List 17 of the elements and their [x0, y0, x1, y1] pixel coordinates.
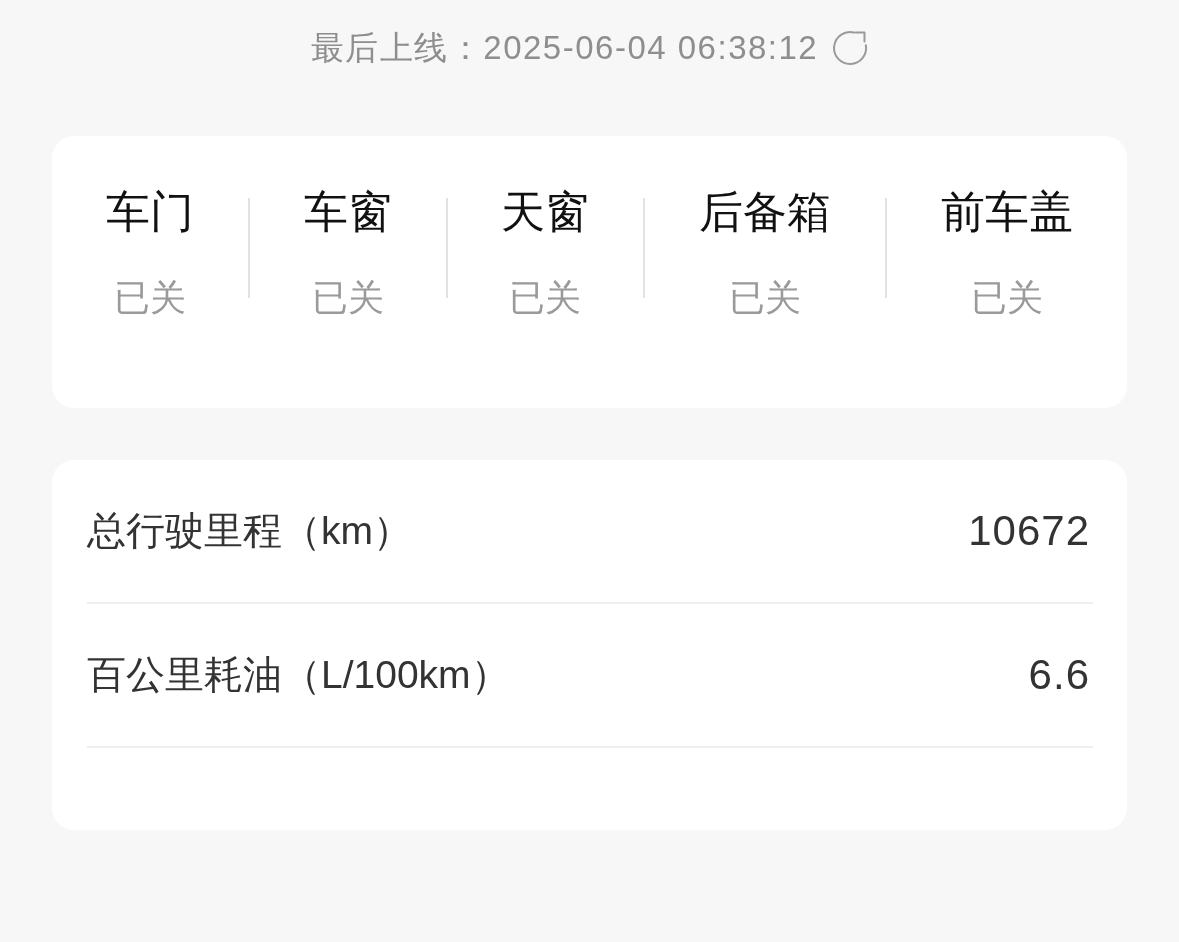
refresh-icon [832, 30, 869, 66]
status-label: 天窗 [501, 186, 590, 238]
status-label: 后备箱 [699, 186, 832, 238]
stat-value: 6.6 [1028, 651, 1090, 699]
status-label: 车窗 [303, 186, 392, 238]
status-label: 前车盖 [941, 186, 1074, 238]
status-value: 已关 [311, 276, 384, 320]
last-online-text: 最后上线：2025-06-04 06:38:12 [310, 28, 819, 68]
status-value: 已关 [971, 276, 1044, 320]
status-value: 已关 [509, 276, 582, 320]
stat-label: 百公里耗油（L/100km） [87, 652, 510, 698]
status-value: 已关 [729, 276, 802, 320]
status-value: 已关 [113, 276, 186, 320]
status-label: 车门 [105, 186, 194, 238]
refresh-button[interactable] [832, 30, 869, 66]
stat-label: 总行驶里程（km） [87, 508, 412, 554]
stat-value: 10672 [968, 507, 1090, 555]
